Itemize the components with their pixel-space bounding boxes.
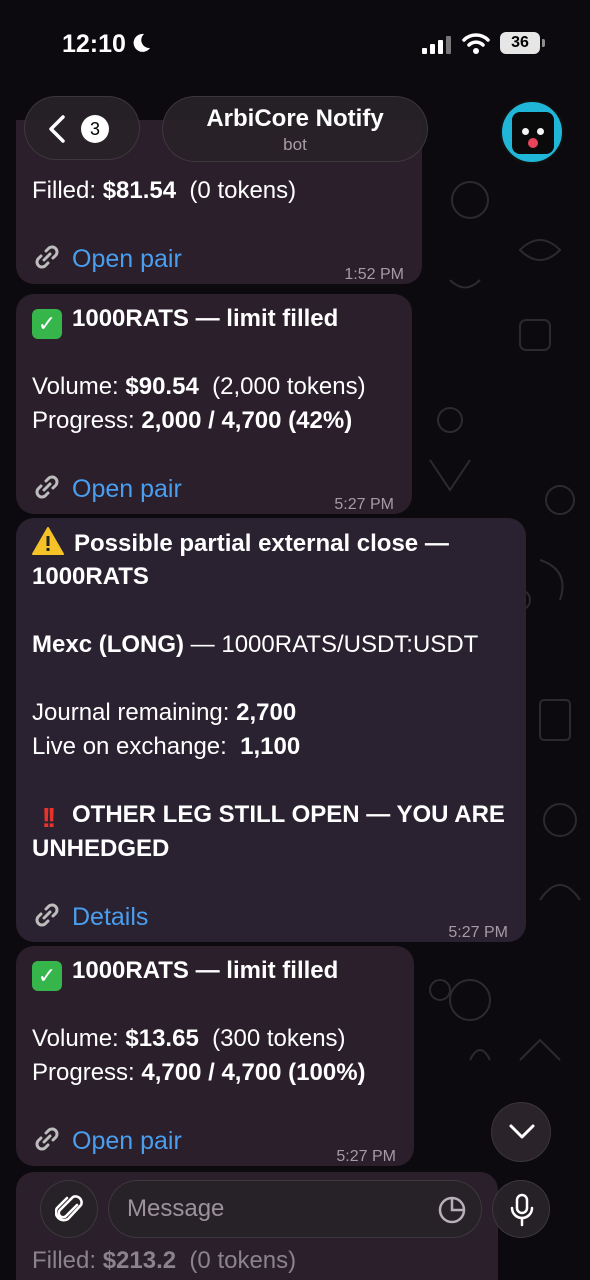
details-link[interactable]: Details	[32, 900, 148, 934]
progress-line: Progress: 4,700 / 4,700 (100%)	[32, 1059, 366, 1086]
warning-icon	[32, 526, 64, 556]
avatar-mouth	[528, 138, 538, 148]
volume-line: Volume: $13.65 (300 tokens)	[32, 1025, 346, 1052]
message-input[interactable]: Message	[108, 1180, 482, 1238]
double-exclamation-icon: !!	[41, 802, 57, 833]
message-time: 5:27 PM	[336, 1148, 396, 1165]
open-pair-link[interactable]: Open pair	[32, 1124, 182, 1158]
avatar-eye	[522, 128, 529, 135]
volume-line: Volume: $90.54 (2,000 tokens)	[32, 373, 366, 400]
chat-title[interactable]: ArbiCore Notify bot	[162, 96, 428, 162]
status-bar: 12:10 36	[0, 0, 590, 90]
message-title-line2: 1000RATS	[32, 563, 149, 590]
chevron-left-icon	[49, 115, 65, 143]
link-icon	[32, 472, 62, 502]
filled-line: Filled: $81.54 (0 tokens)	[32, 177, 297, 204]
moon-icon	[133, 33, 150, 52]
filled-line: Filled: $213.2 (0 tokens)	[32, 1247, 297, 1274]
attach-button[interactable]	[40, 1180, 98, 1238]
bot-avatar[interactable]	[500, 100, 564, 164]
avatar-face	[512, 112, 554, 154]
progress-line: Progress: 2,000 / 4,700 (42%)	[32, 407, 353, 434]
open-pair-link[interactable]: Open pair	[32, 242, 182, 276]
paperclip-icon	[55, 1195, 83, 1222]
microphone-button[interactable]	[492, 1180, 550, 1238]
chat-name: ArbiCore Notify	[206, 105, 384, 132]
back-button[interactable]: 3	[24, 96, 140, 160]
open-pair-link[interactable]: Open pair	[32, 472, 182, 506]
wifi-icon	[462, 33, 490, 54]
alert-line2: UNHEDGED	[32, 835, 170, 862]
scroll-to-bottom-button[interactable]	[491, 1102, 551, 1162]
message-bubble: ✓ 1000RATS — limit filled Volume: $90.54 …	[16, 294, 412, 514]
link-icon	[32, 242, 62, 272]
cellular-signal-icon	[422, 36, 451, 54]
message-bubble: ✓ 1000RATS — limit filled Volume: $13.65 …	[16, 946, 414, 1166]
unread-count-badge: 3	[81, 115, 109, 143]
battery-indicator: 36	[500, 32, 545, 54]
status-time: 12:10	[62, 30, 126, 58]
chevron-down-icon	[509, 1124, 535, 1139]
link-icon	[32, 1124, 62, 1154]
checkmark-icon: ✓	[32, 309, 62, 339]
message-title: ✓ 1000RATS — limit filled	[32, 954, 338, 991]
sticker-icon[interactable]	[437, 1195, 467, 1225]
message-time: 5:27 PM	[334, 496, 394, 513]
journal-line: Journal remaining: 2,700	[32, 699, 297, 726]
message-time: 1:52 PM	[344, 266, 404, 283]
message-time: 5:27 PM	[448, 924, 508, 941]
link-icon	[32, 900, 62, 930]
message-title: Possible partial external close —	[32, 526, 449, 561]
message-title: ✓ 1000RATS — limit filled	[32, 302, 338, 339]
live-line: Live on exchange: 1,100	[32, 733, 301, 760]
message-placeholder: Message	[127, 1195, 225, 1222]
message-bubble: Possible partial external close — 1000RA…	[16, 518, 526, 942]
exchange-line: Mexc (LONG) — 1000RATS/USDT:USDT	[32, 631, 479, 658]
microphone-icon	[510, 1193, 534, 1227]
avatar-eye	[537, 128, 544, 135]
alert-line: !! OTHER LEG STILL OPEN — YOU ARE	[32, 798, 505, 833]
checkmark-icon: ✓	[32, 961, 62, 991]
chat-subtitle: bot	[283, 135, 307, 154]
